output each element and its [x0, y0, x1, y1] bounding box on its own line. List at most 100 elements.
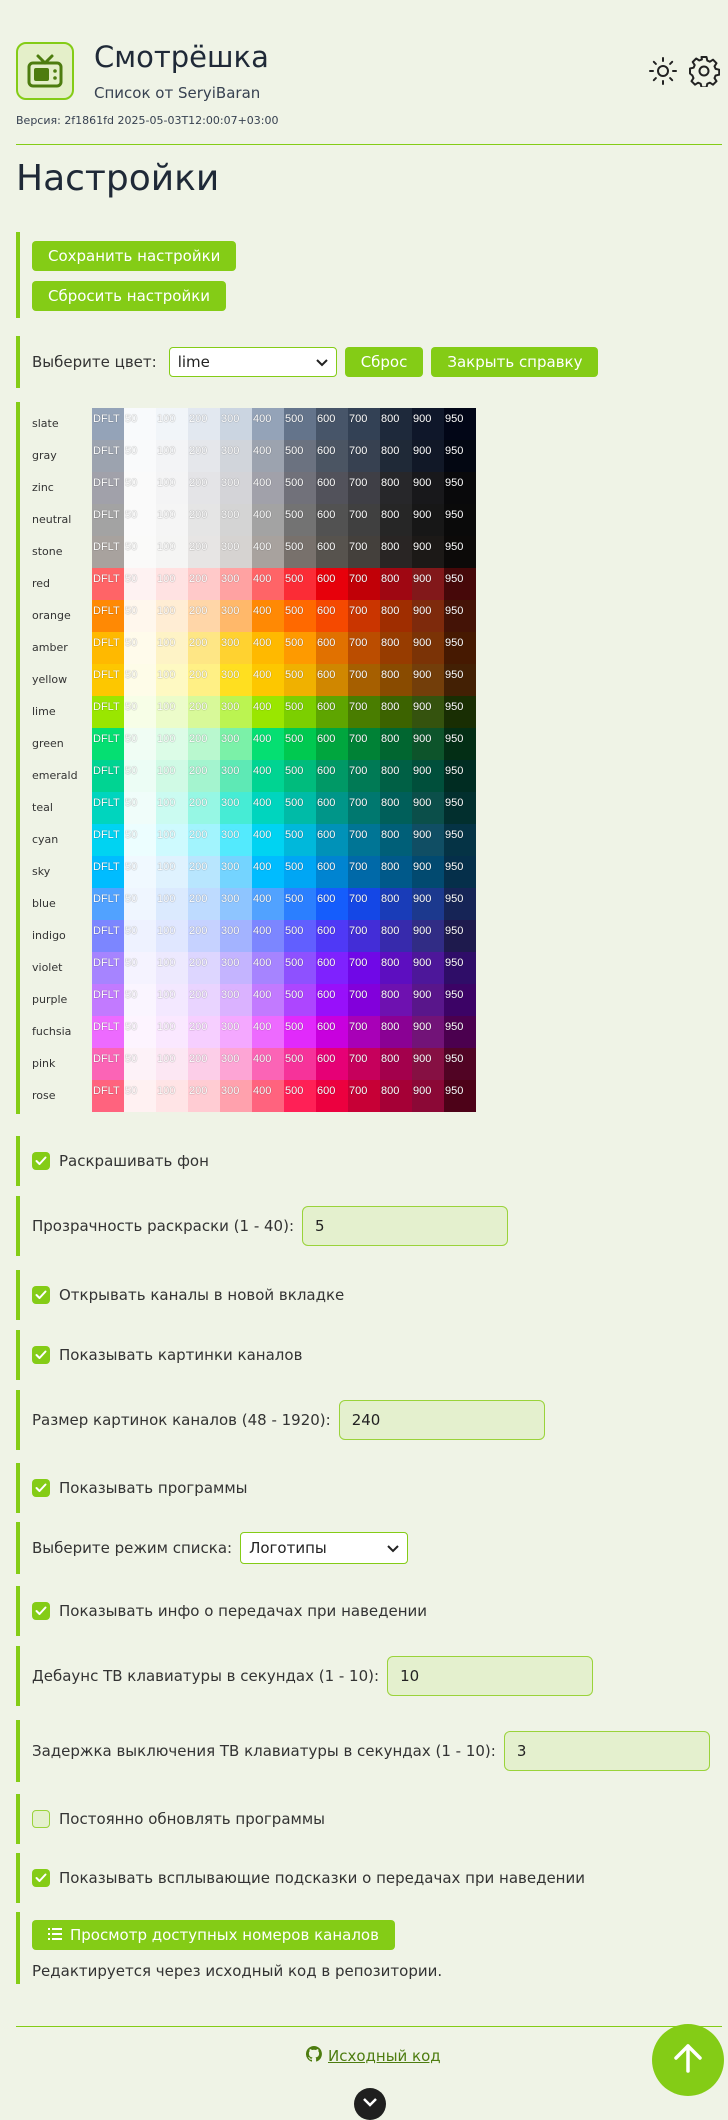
reset-settings-button[interactable]: Сбросить настройки	[32, 281, 227, 311]
palette-swatch[interactable]: 100	[156, 856, 188, 888]
palette-swatch[interactable]: 500	[284, 728, 316, 760]
palette-swatch[interactable]: 400	[252, 728, 284, 760]
palette-swatch[interactable]: 400	[252, 696, 284, 728]
palette-swatch[interactable]: 100	[156, 728, 188, 760]
palette-swatch[interactable]: 700	[348, 408, 380, 440]
palette-swatch[interactable]: 500	[284, 824, 316, 856]
palette-swatch[interactable]: 50	[124, 1080, 156, 1112]
palette-swatch[interactable]: 600	[316, 920, 348, 952]
palette-swatch[interactable]: 700	[348, 536, 380, 568]
palette-swatch[interactable]: 800	[380, 568, 412, 600]
palette-swatch[interactable]: 200	[188, 472, 220, 504]
palette-swatch[interactable]: 300	[220, 760, 252, 792]
palette-swatch[interactable]: 50	[124, 440, 156, 472]
palette-swatch[interactable]: 900	[412, 984, 444, 1016]
palette-swatch[interactable]: 600	[316, 856, 348, 888]
palette-swatch[interactable]: 100	[156, 952, 188, 984]
palette-swatch[interactable]: 600	[316, 536, 348, 568]
palette-swatch[interactable]: 600	[316, 472, 348, 504]
palette-swatch[interactable]: 100	[156, 504, 188, 536]
palette-swatch[interactable]: 700	[348, 568, 380, 600]
palette-swatch[interactable]: 200	[188, 504, 220, 536]
palette-swatch[interactable]: 50	[124, 536, 156, 568]
palette-swatch[interactable]: 50	[124, 504, 156, 536]
palette-swatch[interactable]: 300	[220, 952, 252, 984]
palette-swatch[interactable]: 600	[316, 1080, 348, 1112]
tooltips-checkbox[interactable]	[32, 1869, 50, 1887]
palette-swatch[interactable]: 500	[284, 920, 316, 952]
palette-swatch[interactable]: 400	[252, 1080, 284, 1112]
palette-swatch[interactable]: 100	[156, 792, 188, 824]
palette-swatch[interactable]: 950	[444, 984, 476, 1016]
palette-swatch[interactable]: 200	[188, 408, 220, 440]
palette-swatch[interactable]: 700	[348, 856, 380, 888]
palette-swatch[interactable]: 300	[220, 408, 252, 440]
palette-swatch[interactable]: 700	[348, 888, 380, 920]
palette-swatch[interactable]: 500	[284, 408, 316, 440]
palette-swatch[interactable]: 100	[156, 920, 188, 952]
palette-swatch[interactable]: 800	[380, 1048, 412, 1080]
opacity-input[interactable]: 5	[302, 1206, 509, 1246]
palette-swatch[interactable]: 800	[380, 760, 412, 792]
view-numbers-button[interactable]: Просмотр доступных номеров каналов	[32, 1920, 395, 1950]
palette-swatch[interactable]: 500	[284, 440, 316, 472]
palette-swatch[interactable]: 100	[156, 824, 188, 856]
palette-swatch[interactable]: 50	[124, 984, 156, 1016]
palette-swatch[interactable]: 600	[316, 1048, 348, 1080]
palette-swatch[interactable]: 900	[412, 792, 444, 824]
palette-swatch[interactable]: 400	[252, 536, 284, 568]
source-code-link[interactable]: Исходный код	[305, 2046, 441, 2066]
new-tab-checkbox[interactable]	[32, 1286, 50, 1304]
palette-swatch[interactable]: DFLT	[92, 760, 124, 792]
palette-swatch[interactable]: 500	[284, 1080, 316, 1112]
palette-swatch[interactable]: 200	[188, 952, 220, 984]
palette-swatch[interactable]: 900	[412, 760, 444, 792]
palette-swatch[interactable]: 900	[412, 632, 444, 664]
palette-swatch[interactable]: DFLT	[92, 792, 124, 824]
palette-swatch[interactable]: 800	[380, 856, 412, 888]
palette-swatch[interactable]: DFLT	[92, 1048, 124, 1080]
palette-swatch[interactable]: 100	[156, 408, 188, 440]
palette-swatch[interactable]: 950	[444, 760, 476, 792]
palette-swatch[interactable]: 900	[412, 920, 444, 952]
palette-swatch[interactable]: 800	[380, 536, 412, 568]
palette-swatch[interactable]: 50	[124, 664, 156, 696]
show-programs-checkbox[interactable]	[32, 1479, 50, 1497]
palette-swatch[interactable]: 300	[220, 440, 252, 472]
tv-icon[interactable]	[16, 42, 74, 100]
palette-swatch[interactable]: 600	[316, 568, 348, 600]
hover-info-checkbox[interactable]	[32, 1602, 50, 1620]
palette-swatch[interactable]: 100	[156, 536, 188, 568]
palette-swatch[interactable]: 950	[444, 856, 476, 888]
palette-swatch[interactable]: 200	[188, 1048, 220, 1080]
palette-swatch[interactable]: 800	[380, 792, 412, 824]
palette-swatch[interactable]: 500	[284, 1048, 316, 1080]
palette-swatch[interactable]: 600	[316, 696, 348, 728]
palette-swatch[interactable]: 600	[316, 888, 348, 920]
palette-swatch[interactable]: 400	[252, 600, 284, 632]
palette-swatch[interactable]: 100	[156, 1016, 188, 1048]
palette-swatch[interactable]: 400	[252, 568, 284, 600]
palette-swatch[interactable]: 400	[252, 760, 284, 792]
palette-swatch[interactable]: 700	[348, 472, 380, 504]
palette-swatch[interactable]: 950	[444, 792, 476, 824]
palette-swatch[interactable]: 700	[348, 504, 380, 536]
palette-swatch[interactable]: DFLT	[92, 728, 124, 760]
palette-swatch[interactable]: 900	[412, 472, 444, 504]
palette-swatch[interactable]: 50	[124, 728, 156, 760]
palette-swatch[interactable]: 300	[220, 504, 252, 536]
palette-swatch[interactable]: 300	[220, 888, 252, 920]
scroll-top-button[interactable]	[652, 2024, 724, 2096]
palette-swatch[interactable]: 950	[444, 632, 476, 664]
palette-swatch[interactable]: DFLT	[92, 888, 124, 920]
palette-swatch[interactable]: 900	[412, 696, 444, 728]
palette-swatch[interactable]: 700	[348, 824, 380, 856]
palette-swatch[interactable]: 100	[156, 664, 188, 696]
palette-swatch[interactable]: 400	[252, 792, 284, 824]
palette-swatch[interactable]: 600	[316, 632, 348, 664]
palette-swatch[interactable]: 50	[124, 472, 156, 504]
palette-swatch[interactable]: 500	[284, 696, 316, 728]
gear-icon[interactable]	[687, 54, 721, 88]
palette-swatch[interactable]: 950	[444, 504, 476, 536]
off-delay-input[interactable]: 3	[503, 1731, 710, 1771]
